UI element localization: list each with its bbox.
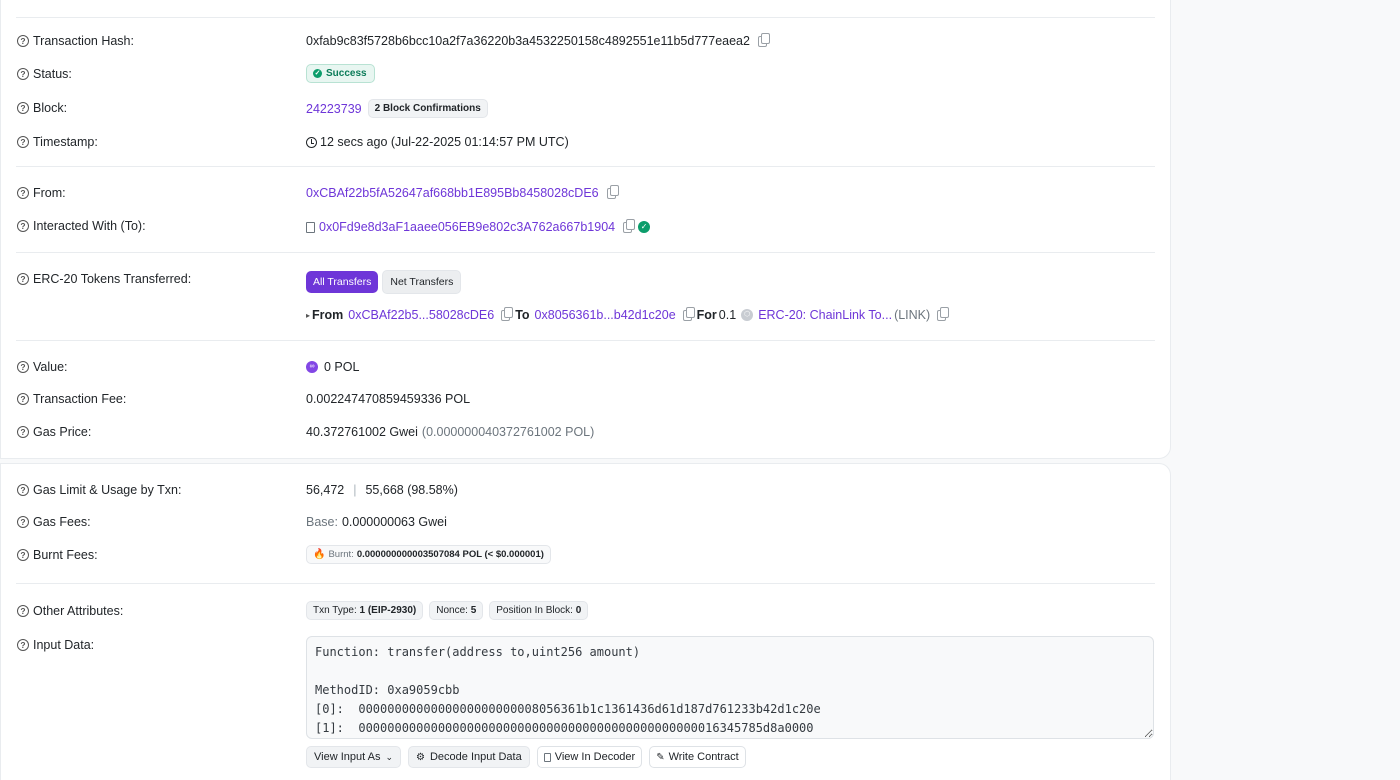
- decode-input-data-button[interactable]: ⚙ Decode Input Data: [408, 746, 530, 768]
- fire-icon: 🔥: [313, 549, 326, 560]
- copy-icon[interactable]: [623, 218, 636, 233]
- token-transfer-tabs: All Transfers Net Transfers: [306, 270, 462, 294]
- help-circle-icon[interactable]: ?: [17, 516, 29, 528]
- divider: [16, 17, 1155, 18]
- burnt-fees-value: 🔥 Burnt: 0.000000000003507084 POL (< $0.…: [306, 545, 551, 564]
- tab-all-transfers[interactable]: All Transfers: [306, 271, 379, 293]
- txn-type-badge: Txn Type: 1 (EIP-2930): [306, 601, 424, 620]
- nonce-badge: Nonce: 5: [429, 601, 484, 620]
- caret-right-icon[interactable]: ▸: [306, 311, 310, 320]
- from-label: ? From:: [17, 186, 66, 200]
- contract-file-icon: [306, 221, 315, 233]
- block-value: 24223739 2 Block Confirmations: [306, 99, 488, 118]
- help-circle-icon[interactable]: ?: [17, 549, 29, 561]
- clock-icon: [306, 136, 317, 148]
- status-value: ✓ Success: [306, 64, 375, 83]
- interacted-with-value: 0x0Fd9e8d3aF1aaee056EB9e802c3A762a667b19…: [306, 218, 651, 234]
- timestamp-value: 12 secs ago (Jul-22-2025 01:14:57 PM UTC…: [306, 135, 569, 149]
- gas-fees-label: ? Gas Fees:: [17, 515, 91, 529]
- chainlink-token-icon: ⬡: [741, 309, 754, 321]
- copy-icon[interactable]: [757, 32, 770, 47]
- gas-limit-value: 56,472 | 55,668 (98.58%): [306, 483, 458, 497]
- document-icon: [543, 752, 551, 762]
- help-circle-icon[interactable]: ?: [17, 68, 29, 80]
- erc20-tokens-label: ? ERC-20 Tokens Transferred:: [17, 272, 191, 286]
- write-contract-button[interactable]: ✎ Write Contract: [649, 746, 746, 768]
- confirmations-badge: 2 Block Confirmations: [367, 99, 488, 118]
- input-data-textarea[interactable]: [306, 636, 1154, 739]
- help-circle-icon[interactable]: ?: [17, 605, 29, 617]
- copy-icon[interactable]: [937, 306, 950, 321]
- help-circle-icon[interactable]: ?: [17, 393, 29, 405]
- divider: [16, 166, 1155, 167]
- token-transfer-row: ▸ From 0xCBAf22b5...58028cDE6 To 0x80563…: [306, 306, 950, 322]
- divider: [16, 252, 1155, 253]
- help-circle-icon[interactable]: ?: [17, 220, 29, 232]
- other-attributes-label: ? Other Attributes:: [17, 604, 123, 618]
- view-input-as-dropdown[interactable]: View Input As ⌄: [306, 746, 401, 768]
- transaction-hash-label: ? Transaction Hash:: [17, 34, 134, 48]
- gas-fees-value: Base: 0.000000063 Gwei: [306, 515, 447, 529]
- transaction-hash-value: 0xfab9c83f5728b6bcc10a2f7a36220b3a453225…: [306, 32, 770, 48]
- from-value: 0xCBAf22b5fA52647af668bb1E895Bb8458028cD…: [306, 184, 619, 200]
- verified-check-icon: ✓: [638, 221, 651, 233]
- view-in-decoder-button[interactable]: View In Decoder: [536, 746, 643, 768]
- help-circle-icon[interactable]: ?: [17, 361, 29, 373]
- gas-limit-label: ? Gas Limit & Usage by Txn:: [17, 483, 181, 497]
- copy-icon[interactable]: [606, 184, 619, 199]
- status-badge: ✓ Success: [306, 64, 375, 83]
- token-name-link[interactable]: ERC-20: ChainLink To...: [758, 308, 892, 322]
- polygon-icon: ∞: [306, 361, 318, 373]
- help-circle-icon[interactable]: ?: [17, 187, 29, 199]
- transaction-hash: 0xfab9c83f5728b6bcc10a2f7a36220b3a453225…: [306, 34, 750, 48]
- value-value: ∞ 0 POL: [306, 360, 359, 374]
- tab-net-transfers[interactable]: Net Transfers: [382, 270, 462, 294]
- help-circle-icon[interactable]: ?: [17, 639, 29, 651]
- copy-icon[interactable]: [682, 306, 695, 321]
- help-circle-icon[interactable]: ?: [17, 102, 29, 114]
- token-from-link[interactable]: 0xCBAf22b5...58028cDE6: [348, 308, 494, 322]
- to-address-link[interactable]: 0x0Fd9e8d3aF1aaee056EB9e802c3A762a667b19…: [319, 220, 615, 234]
- token-to-link[interactable]: 0x8056361b...b42d1c20e: [535, 308, 676, 322]
- block-label: ? Block:: [17, 101, 67, 115]
- value-label: ? Value:: [17, 360, 68, 374]
- position-badge: Position In Block: 0: [489, 601, 589, 620]
- other-attributes-value: Txn Type: 1 (EIP-2930) Nonce: 5 Position…: [306, 601, 589, 620]
- help-circle-icon[interactable]: ?: [17, 136, 29, 148]
- status-label: ? Status:: [17, 67, 72, 81]
- divider: [16, 583, 1155, 584]
- help-circle-icon[interactable]: ?: [17, 484, 29, 496]
- edit-icon: ✎: [656, 751, 665, 763]
- interacted-with-label: ? Interacted With (To):: [17, 219, 146, 233]
- help-circle-icon[interactable]: ?: [17, 273, 29, 285]
- from-address-link[interactable]: 0xCBAf22b5fA52647af668bb1E895Bb8458028cD…: [306, 186, 599, 200]
- block-number-link[interactable]: 24223739: [306, 102, 362, 116]
- burnt-fees-label: ? Burnt Fees:: [17, 548, 98, 562]
- transaction-fee-value: 0.002247470859459336 POL: [306, 392, 471, 406]
- timestamp-label: ? Timestamp:: [17, 135, 98, 149]
- transaction-fee-label: ? Transaction Fee:: [17, 392, 126, 406]
- input-data-actions: View Input As ⌄ ⚙ Decode Input Data View…: [306, 746, 746, 768]
- decode-icon: ⚙: [416, 751, 425, 763]
- gas-price-value: 40.372761002 Gwei (0.000000040372761002 …: [306, 425, 595, 439]
- gas-price-label: ? Gas Price:: [17, 425, 91, 439]
- help-circle-icon[interactable]: ?: [17, 426, 29, 438]
- divider: [16, 340, 1155, 341]
- input-data-label: ? Input Data:: [17, 638, 94, 652]
- burnt-fees-badge: 🔥 Burnt: 0.000000000003507084 POL (< $0.…: [306, 545, 551, 564]
- chevron-down-icon: ⌄: [385, 751, 393, 762]
- check-icon: ✓: [313, 69, 322, 78]
- help-circle-icon[interactable]: ?: [17, 35, 29, 47]
- copy-icon[interactable]: [501, 306, 514, 321]
